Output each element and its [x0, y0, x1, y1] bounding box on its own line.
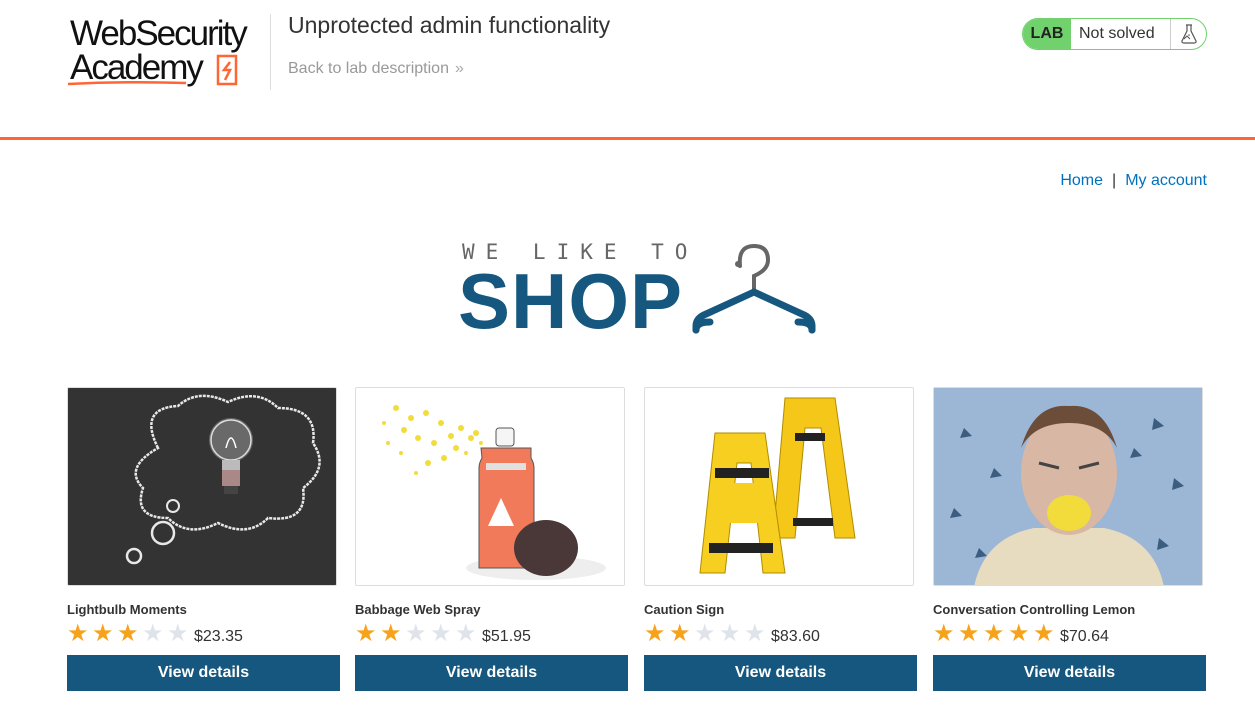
lightbulb-chalkboard-image: [67, 387, 337, 586]
caution-sign-image: [644, 387, 914, 586]
star-icon: ★: [719, 620, 741, 647]
man-eating-lemon-image: [933, 387, 1203, 586]
star-icon: ★: [67, 620, 89, 647]
product-rating: ★ ★ ★ ★ ★ $23.35: [67, 621, 340, 647]
logo-line-1: WebSecurity: [70, 14, 248, 53]
star-icon: ★: [142, 620, 164, 647]
view-details-button[interactable]: View details: [355, 655, 628, 691]
star-icon: ★: [694, 620, 716, 647]
home-link[interactable]: Home: [1060, 172, 1103, 189]
product-price: $70.64: [1060, 628, 1109, 645]
view-details-button[interactable]: View details: [933, 655, 1206, 691]
product-rating: ★ ★ ★ ★ ★ $70.64: [933, 621, 1206, 647]
product-name: Babbage Web Spray: [355, 602, 481, 617]
view-details-button[interactable]: View details: [67, 655, 340, 691]
clothes-hanger-icon: [692, 243, 816, 334]
star-icon: ★: [669, 620, 691, 647]
lab-title: Unprotected admin functionality: [288, 12, 611, 38]
logo-swoosh-icon: [67, 80, 187, 86]
product-card: Lightbulb Moments ★ ★ ★ ★ ★ $23.35 View deta…: [67, 387, 340, 691]
star-icon: ★: [958, 620, 980, 647]
product-card: Babbage Web Spray ★ ★ ★ ★ ★ $51.95 View deta…: [355, 387, 628, 691]
star-icon: ★: [1008, 620, 1030, 647]
star-icon: ★: [644, 620, 666, 647]
web-security-academy-logo[interactable]: WebSecurity Academy: [66, 14, 271, 90]
product-name: Caution Sign: [644, 602, 725, 617]
star-icon: ★: [455, 620, 477, 647]
star-icon: ★: [983, 620, 1005, 647]
account-nav: Home | My account: [1060, 172, 1207, 190]
product-price: $23.35: [194, 628, 243, 645]
star-icon: ★: [117, 620, 139, 647]
star-icon: ★: [1033, 620, 1055, 647]
product-name: Lightbulb Moments: [67, 602, 187, 617]
star-icon: ★: [92, 620, 114, 647]
product-rating: ★ ★ ★ ★ ★ $51.95: [355, 621, 628, 647]
lab-status-widget: LAB Not solved: [1022, 18, 1207, 50]
product-card: Conversation Controlling Lemon ★ ★ ★ ★ ★ $70…: [933, 387, 1206, 691]
product-rating: ★ ★ ★ ★ ★ $83.60: [644, 621, 917, 647]
banner-shop-title: SHOP: [458, 257, 684, 345]
logo-bolt-icon: [216, 54, 238, 86]
star-icon: ★: [933, 620, 955, 647]
product-name: Conversation Controlling Lemon: [933, 602, 1136, 617]
product-price: $51.95: [482, 628, 531, 645]
lab-status-text: Not solved: [1079, 25, 1155, 42]
star-icon: ★: [405, 620, 427, 647]
star-icon: ★: [355, 620, 377, 647]
star-icon: ★: [380, 620, 402, 647]
star-icon: ★: [430, 620, 452, 647]
product-card: Caution Sign ★ ★ ★ ★ ★ $83.60 View details: [644, 387, 917, 691]
lab-header: WebSecurity Academy Unprotected admin fu…: [0, 0, 1255, 140]
product-price: $83.60: [771, 628, 820, 645]
my-account-link[interactable]: My account: [1125, 172, 1207, 189]
double-chevron-right-icon: »: [454, 60, 464, 77]
star-icon: ★: [744, 620, 766, 647]
flask-icon: [1170, 19, 1206, 49]
lab-badge: LAB: [1023, 19, 1071, 49]
back-link-label: Back to lab description: [288, 60, 449, 77]
spray-can-image: [355, 387, 625, 586]
star-icon: ★: [167, 620, 189, 647]
view-details-button[interactable]: View details: [644, 655, 917, 691]
back-to-lab-description-link[interactable]: Back to lab description »: [288, 60, 464, 78]
nav-separator: |: [1112, 172, 1117, 189]
